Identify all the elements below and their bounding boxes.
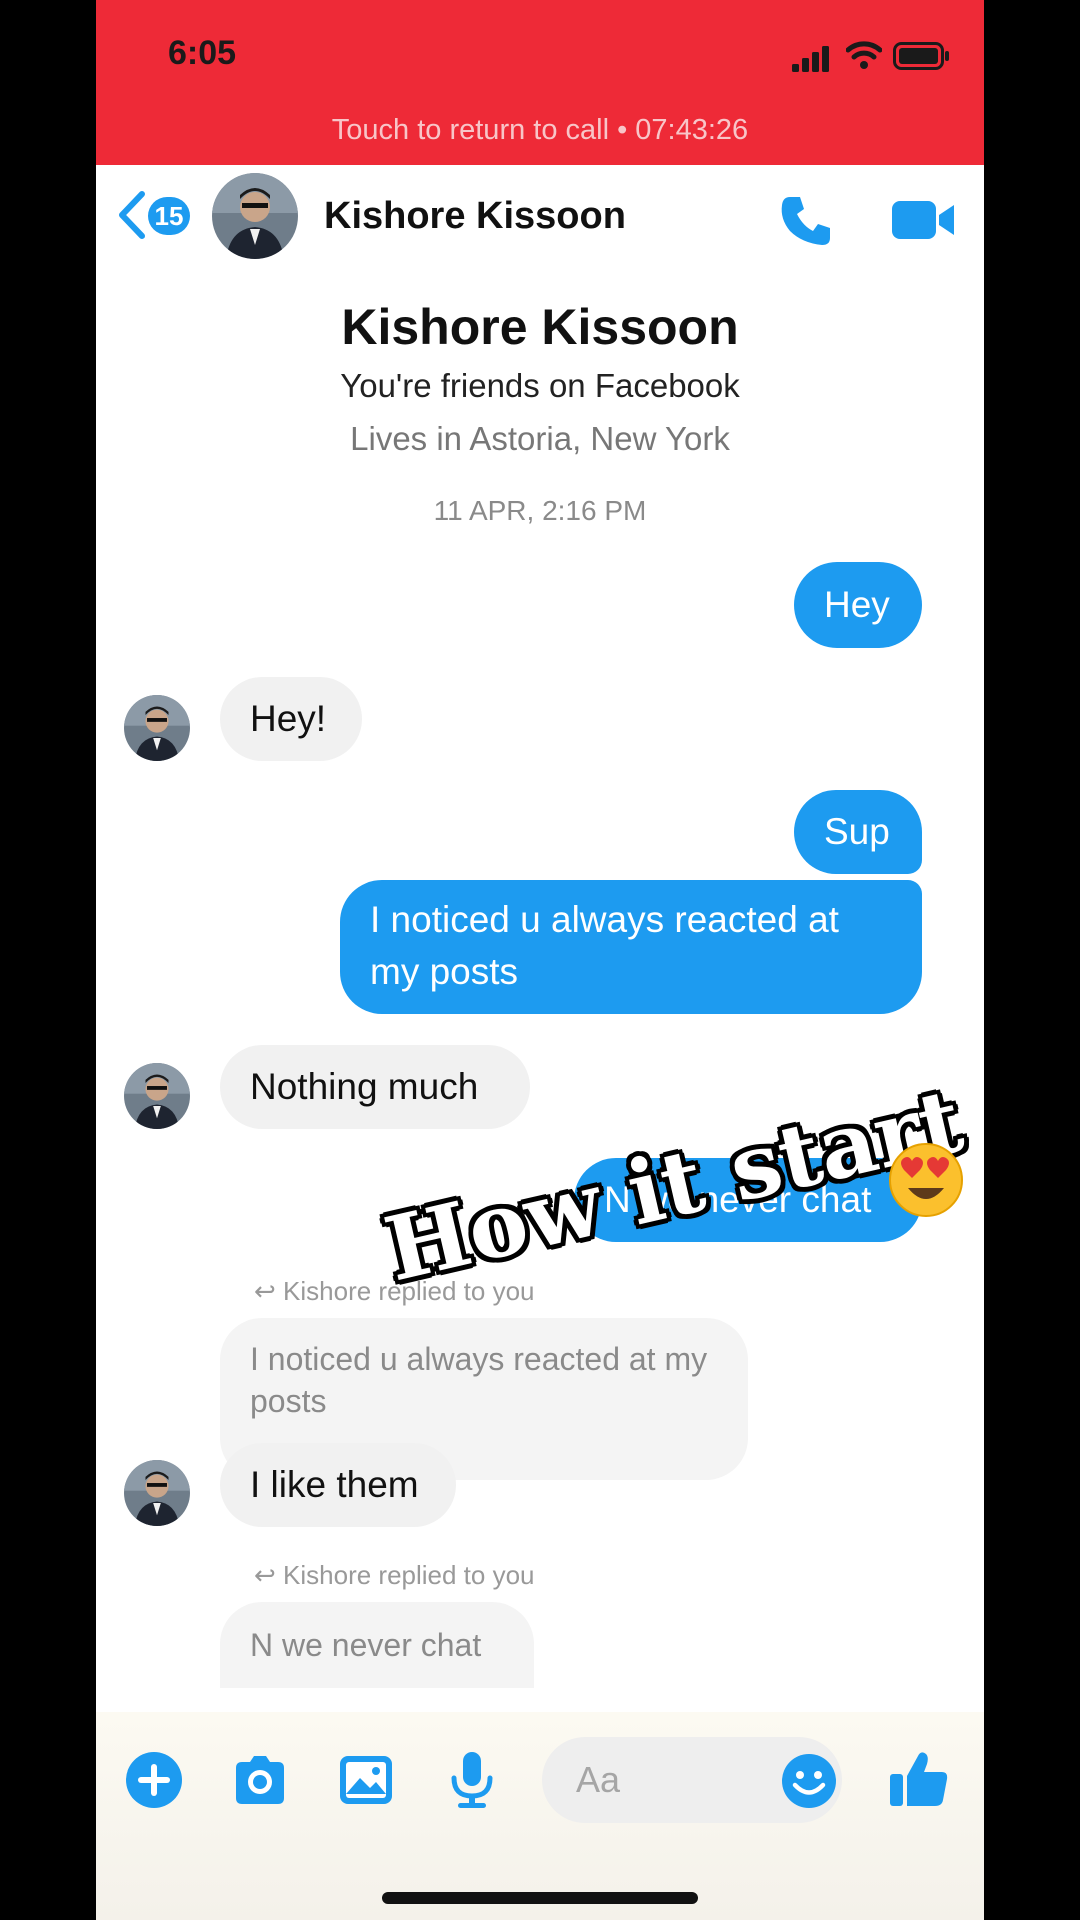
video-camera-icon[interactable] (892, 197, 958, 243)
avatar-photo (212, 173, 298, 259)
status-time: 6:05 (168, 34, 237, 72)
plus-icon[interactable] (124, 1750, 184, 1810)
camera-icon[interactable] (230, 1750, 290, 1810)
return-to-call-banner[interactable]: Touch to return to call • 07:43:26 (96, 114, 984, 147)
sender-avatar[interactable] (124, 1063, 190, 1129)
unread-count-badge[interactable]: 15 (148, 197, 190, 235)
phone-icon[interactable] (776, 191, 836, 251)
sender-avatar[interactable] (124, 1460, 190, 1526)
contact-avatar[interactable] (212, 173, 298, 259)
battery-icon (893, 42, 949, 70)
back-chevron-icon (119, 191, 145, 239)
thumbs-up-icon[interactable] (888, 1748, 950, 1810)
chat-header: 15 Kishore Kissoon (96, 165, 984, 270)
smiley-icon[interactable] (780, 1752, 838, 1810)
outgoing-message[interactable]: Sup (794, 790, 922, 874)
messenger-screen: 6:05 Touch to return to call • 07:43:26 … (96, 0, 984, 1920)
incoming-message[interactable]: Nothing much (220, 1045, 530, 1129)
profile-name: Kishore Kissoon (341, 299, 739, 355)
photo-icon[interactable] (336, 1750, 396, 1810)
cellular-signal-icon (792, 46, 829, 72)
outgoing-message[interactable]: I noticed u always reacted at my posts (340, 880, 922, 1014)
incoming-message[interactable]: Hey! (220, 677, 362, 761)
message-composer (96, 1712, 984, 1920)
incoming-message[interactable]: I like them (220, 1443, 456, 1527)
home-indicator[interactable] (382, 1892, 698, 1904)
status-bar[interactable]: 6:05 Touch to return to call • 07:43:26 (96, 0, 984, 165)
avatar-photo (124, 1460, 190, 1526)
location-info: Lives in Astoria, New York (350, 420, 730, 457)
sender-avatar[interactable] (124, 695, 190, 761)
quoted-message[interactable]: N we never chat (220, 1602, 534, 1688)
outgoing-message[interactable]: Hey (794, 562, 922, 648)
avatar-photo (124, 1063, 190, 1129)
heart-eyes-emoji (889, 1143, 963, 1217)
microphone-icon[interactable] (442, 1750, 502, 1810)
reply-arrow-icon: ↩ (254, 1560, 276, 1590)
reply-indicator: ↩ Kishore replied to you (254, 1560, 535, 1591)
avatar-photo (124, 695, 190, 761)
reply-arrow-icon: ↩ (254, 1276, 276, 1306)
friends-status: You're friends on Facebook (340, 367, 740, 404)
conversation-timestamp: 11 APR, 2:16 PM (433, 495, 647, 526)
reply-label: Kishore replied to you (283, 1560, 535, 1590)
wifi-icon (846, 41, 882, 69)
contact-name[interactable]: Kishore Kissoon (324, 195, 626, 238)
